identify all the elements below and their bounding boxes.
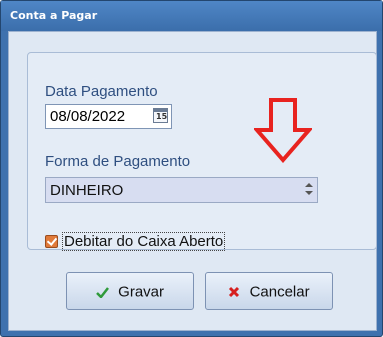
payment-method-value: DINHEIRO — [50, 182, 124, 199]
down-arrow-icon — [254, 98, 312, 163]
checkmark-icon — [96, 286, 109, 298]
cancel-button[interactable]: Cancelar — [205, 272, 333, 310]
payment-label: Forma de Pagamento — [45, 153, 191, 170]
payment-method-select[interactable]: DINHEIRO — [45, 177, 318, 203]
date-label: Data Pagamento — [45, 83, 158, 100]
window-title: Conta a Pagar — [10, 9, 98, 22]
dialog-content: Data Pagamento 08/08/2022 15 Forma de Pa… — [8, 31, 377, 331]
calendar-icon[interactable]: 15 — [153, 108, 168, 123]
select-spinner-icon[interactable] — [305, 183, 313, 197]
x-icon — [229, 286, 240, 298]
title-bar[interactable]: Conta a Pagar — [1, 1, 382, 31]
date-value: 08/08/2022 — [50, 108, 126, 125]
form-group: Data Pagamento 08/08/2022 15 Forma de Pa… — [27, 52, 377, 251]
save-label: Gravar — [118, 283, 164, 301]
dialog-window: Conta a Pagar Data Pagamento 08/08/2022 … — [0, 0, 383, 337]
check-icon — [46, 235, 58, 246]
debit-checkbox[interactable] — [45, 235, 58, 248]
debit-checkbox-label[interactable]: Debitar do Caixa Aberto — [62, 232, 226, 251]
cancel-label: Cancelar — [249, 283, 310, 301]
date-input[interactable]: 08/08/2022 15 — [45, 104, 172, 129]
save-button[interactable]: Gravar — [66, 272, 194, 310]
